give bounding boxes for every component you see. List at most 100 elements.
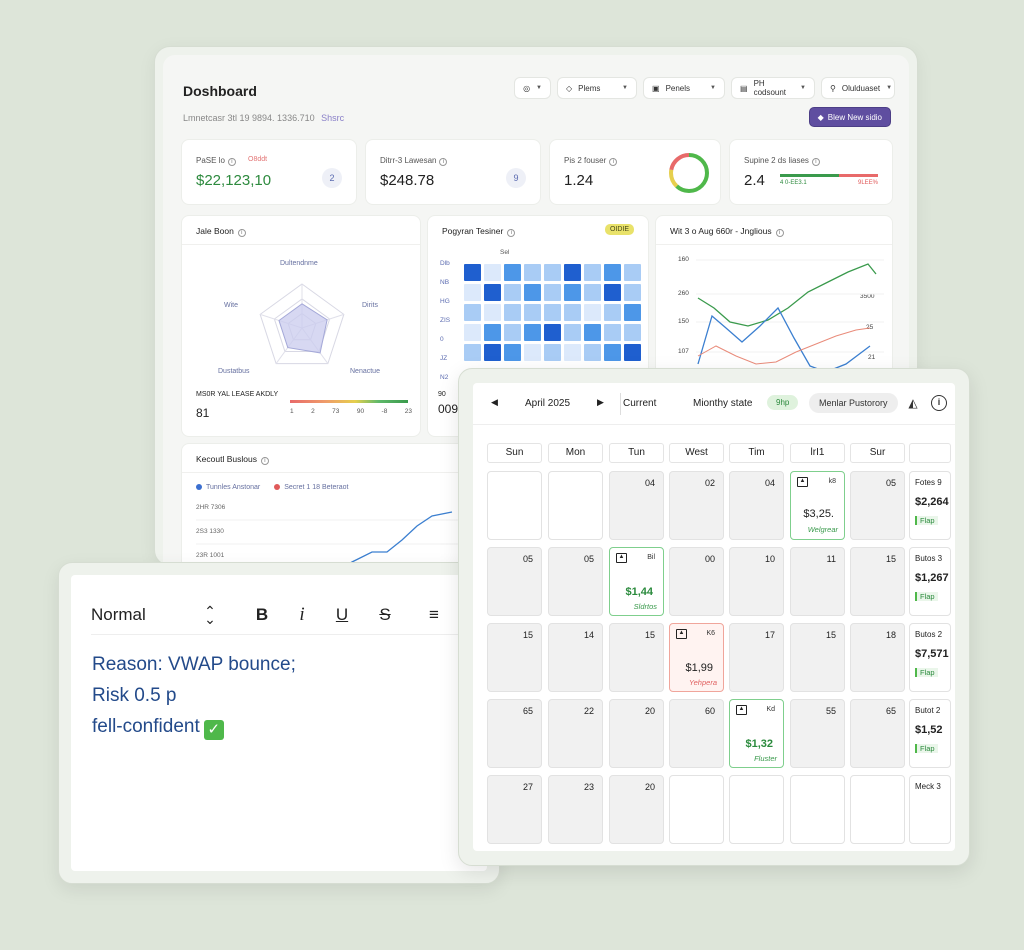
- heatmap-cell[interactable]: [464, 284, 481, 301]
- heatmap-cell[interactable]: [484, 324, 501, 341]
- bullet-list-icon[interactable]: ≡: [425, 605, 443, 625]
- heatmap-cell[interactable]: [584, 284, 601, 301]
- calendar-day[interactable]: 65: [850, 699, 905, 768]
- calendar-day[interactable]: 02: [669, 471, 724, 540]
- text-style-select[interactable]: Normal: [91, 605, 195, 625]
- bold-button[interactable]: B: [253, 605, 271, 625]
- calendar-day[interactable]: 00: [669, 547, 724, 616]
- heatmap-cell[interactable]: [624, 304, 641, 321]
- heatmap-cell[interactable]: [544, 284, 561, 301]
- heatmap-cell[interactable]: [604, 344, 621, 361]
- calendar-day[interactable]: 15: [850, 547, 905, 616]
- heatmap-cell[interactable]: [504, 304, 521, 321]
- subtitle-link[interactable]: Shsrc: [321, 113, 344, 123]
- heatmap-cell[interactable]: [524, 284, 541, 301]
- calendar-day[interactable]: 10: [729, 547, 784, 616]
- filter-account[interactable]: ▤ PH codsount ▼: [731, 77, 815, 99]
- calendar-day[interactable]: 04: [729, 471, 784, 540]
- heatmap-cell[interactable]: [624, 284, 641, 301]
- heatmap-cell[interactable]: [564, 324, 581, 341]
- calendar-day[interactable]: 27: [487, 775, 542, 844]
- calendar-day[interactable]: 11: [790, 547, 845, 616]
- heatmap-cell[interactable]: [484, 264, 501, 281]
- week-summary[interactable]: Fotes 9 $2,264 Flap: [909, 471, 951, 540]
- heatmap-cell[interactable]: [584, 264, 601, 281]
- heatmap-cell[interactable]: [524, 324, 541, 341]
- filter-icon[interactable]: ◭: [905, 395, 921, 411]
- calendar-day[interactable]: 60: [669, 699, 724, 768]
- status-pill[interactable]: 9hp: [767, 395, 799, 410]
- info-icon[interactable]: i: [439, 158, 448, 166]
- heatmap-cell[interactable]: [464, 324, 481, 341]
- week-summary[interactable]: Butos 3 $1,267 Flap: [909, 547, 951, 616]
- heatmap-cell[interactable]: [544, 344, 561, 361]
- italic-button[interactable]: i: [293, 604, 311, 626]
- calendar-day[interactable]: [548, 471, 603, 540]
- calendar-day[interactable]: 20: [609, 699, 664, 768]
- heatmap-cell[interactable]: [484, 284, 501, 301]
- calendar-day[interactable]: 15: [790, 623, 845, 692]
- heatmap-cell[interactable]: [564, 284, 581, 301]
- strikethrough-button[interactable]: S: [373, 605, 397, 625]
- calendar-day[interactable]: 20: [609, 775, 664, 844]
- calendar-day[interactable]: 23: [548, 775, 603, 844]
- calendar-day-win[interactable]: ▲ k8 $3,25. Welgrear: [790, 471, 845, 540]
- calendar-day[interactable]: 14: [548, 623, 603, 692]
- calendar-day[interactable]: 04: [609, 471, 664, 540]
- calendar-day[interactable]: 22: [548, 699, 603, 768]
- monthly-state-button[interactable]: Mionthy state: [693, 398, 752, 409]
- underline-button[interactable]: U: [333, 605, 351, 625]
- calendar-day-win[interactable]: ▲ Kd $1,32 Fluster: [729, 699, 784, 768]
- calendar-day[interactable]: 05: [548, 547, 603, 616]
- heatmap-cell[interactable]: [464, 304, 481, 321]
- heatmap-cell[interactable]: [544, 304, 561, 321]
- calendar-day-loss[interactable]: ▲ K6 $1,99 Yehpera: [669, 623, 724, 692]
- next-month-icon[interactable]: ▶: [597, 397, 604, 408]
- heatmap-cell[interactable]: [504, 344, 521, 361]
- search-filter[interactable]: ⚲ Olulduaset ▼: [821, 77, 895, 99]
- info-icon[interactable]: i: [227, 158, 236, 166]
- heatmap-cell[interactable]: [544, 264, 561, 281]
- heatmap-cell[interactable]: [564, 344, 581, 361]
- info-icon[interactable]: i: [931, 395, 947, 411]
- heatmap-cell[interactable]: [524, 304, 541, 321]
- calendar-day[interactable]: 15: [487, 623, 542, 692]
- calendar-day[interactable]: 05: [487, 547, 542, 616]
- heatmap-cell[interactable]: [564, 264, 581, 281]
- chevron-up-down-icon[interactable]: ⌃ ⌄: [201, 604, 219, 626]
- calendar-day[interactable]: [669, 775, 724, 844]
- info-icon[interactable]: i: [609, 158, 618, 166]
- heatmap-cell[interactable]: [524, 344, 541, 361]
- editor-content[interactable]: Reason: VWAP bounce; Risk 0.5 p fell-con…: [92, 649, 467, 742]
- heatmap-cell[interactable]: [584, 304, 601, 321]
- heatmap-cell[interactable]: [504, 284, 521, 301]
- view-toggle-pill[interactable]: Menlar Pustorory: [809, 393, 898, 413]
- heatmap-cell[interactable]: [604, 324, 621, 341]
- heatmap-cell[interactable]: [624, 344, 641, 361]
- calendar-day[interactable]: [729, 775, 784, 844]
- info-icon[interactable]: i: [811, 158, 820, 166]
- new-button[interactable]: ◆ Blew New sidio: [808, 107, 891, 127]
- heatmap-cell[interactable]: [584, 344, 601, 361]
- calendar-day[interactable]: [850, 775, 905, 844]
- calendar-day[interactable]: [790, 775, 845, 844]
- heatmap-cell[interactable]: [524, 264, 541, 281]
- heatmap-cell[interactable]: [544, 324, 561, 341]
- heatmap-cell[interactable]: [604, 304, 621, 321]
- heatmap-cell[interactable]: [504, 324, 521, 341]
- heatmap-cell[interactable]: [624, 264, 641, 281]
- calendar-day[interactable]: 65: [487, 699, 542, 768]
- heatmap-cell[interactable]: [484, 304, 501, 321]
- week-summary[interactable]: Butos 2 $7,571 Flap: [909, 623, 951, 692]
- week-summary[interactable]: Butot 2 $1,52 Flap: [909, 699, 951, 768]
- heatmap-cell[interactable]: [604, 264, 621, 281]
- week-summary[interactable]: Meck 3: [909, 775, 951, 844]
- heatmap-cell[interactable]: [484, 344, 501, 361]
- info-icon[interactable]: i: [507, 229, 516, 237]
- filter-panels[interactable]: ▣ Penels ▼: [643, 77, 725, 99]
- heatmap-cell[interactable]: [624, 324, 641, 341]
- heatmap-cell[interactable]: [604, 284, 621, 301]
- heatmap-cell[interactable]: [464, 264, 481, 281]
- prev-month-icon[interactable]: ◀: [491, 397, 498, 408]
- calendar-day[interactable]: 55: [790, 699, 845, 768]
